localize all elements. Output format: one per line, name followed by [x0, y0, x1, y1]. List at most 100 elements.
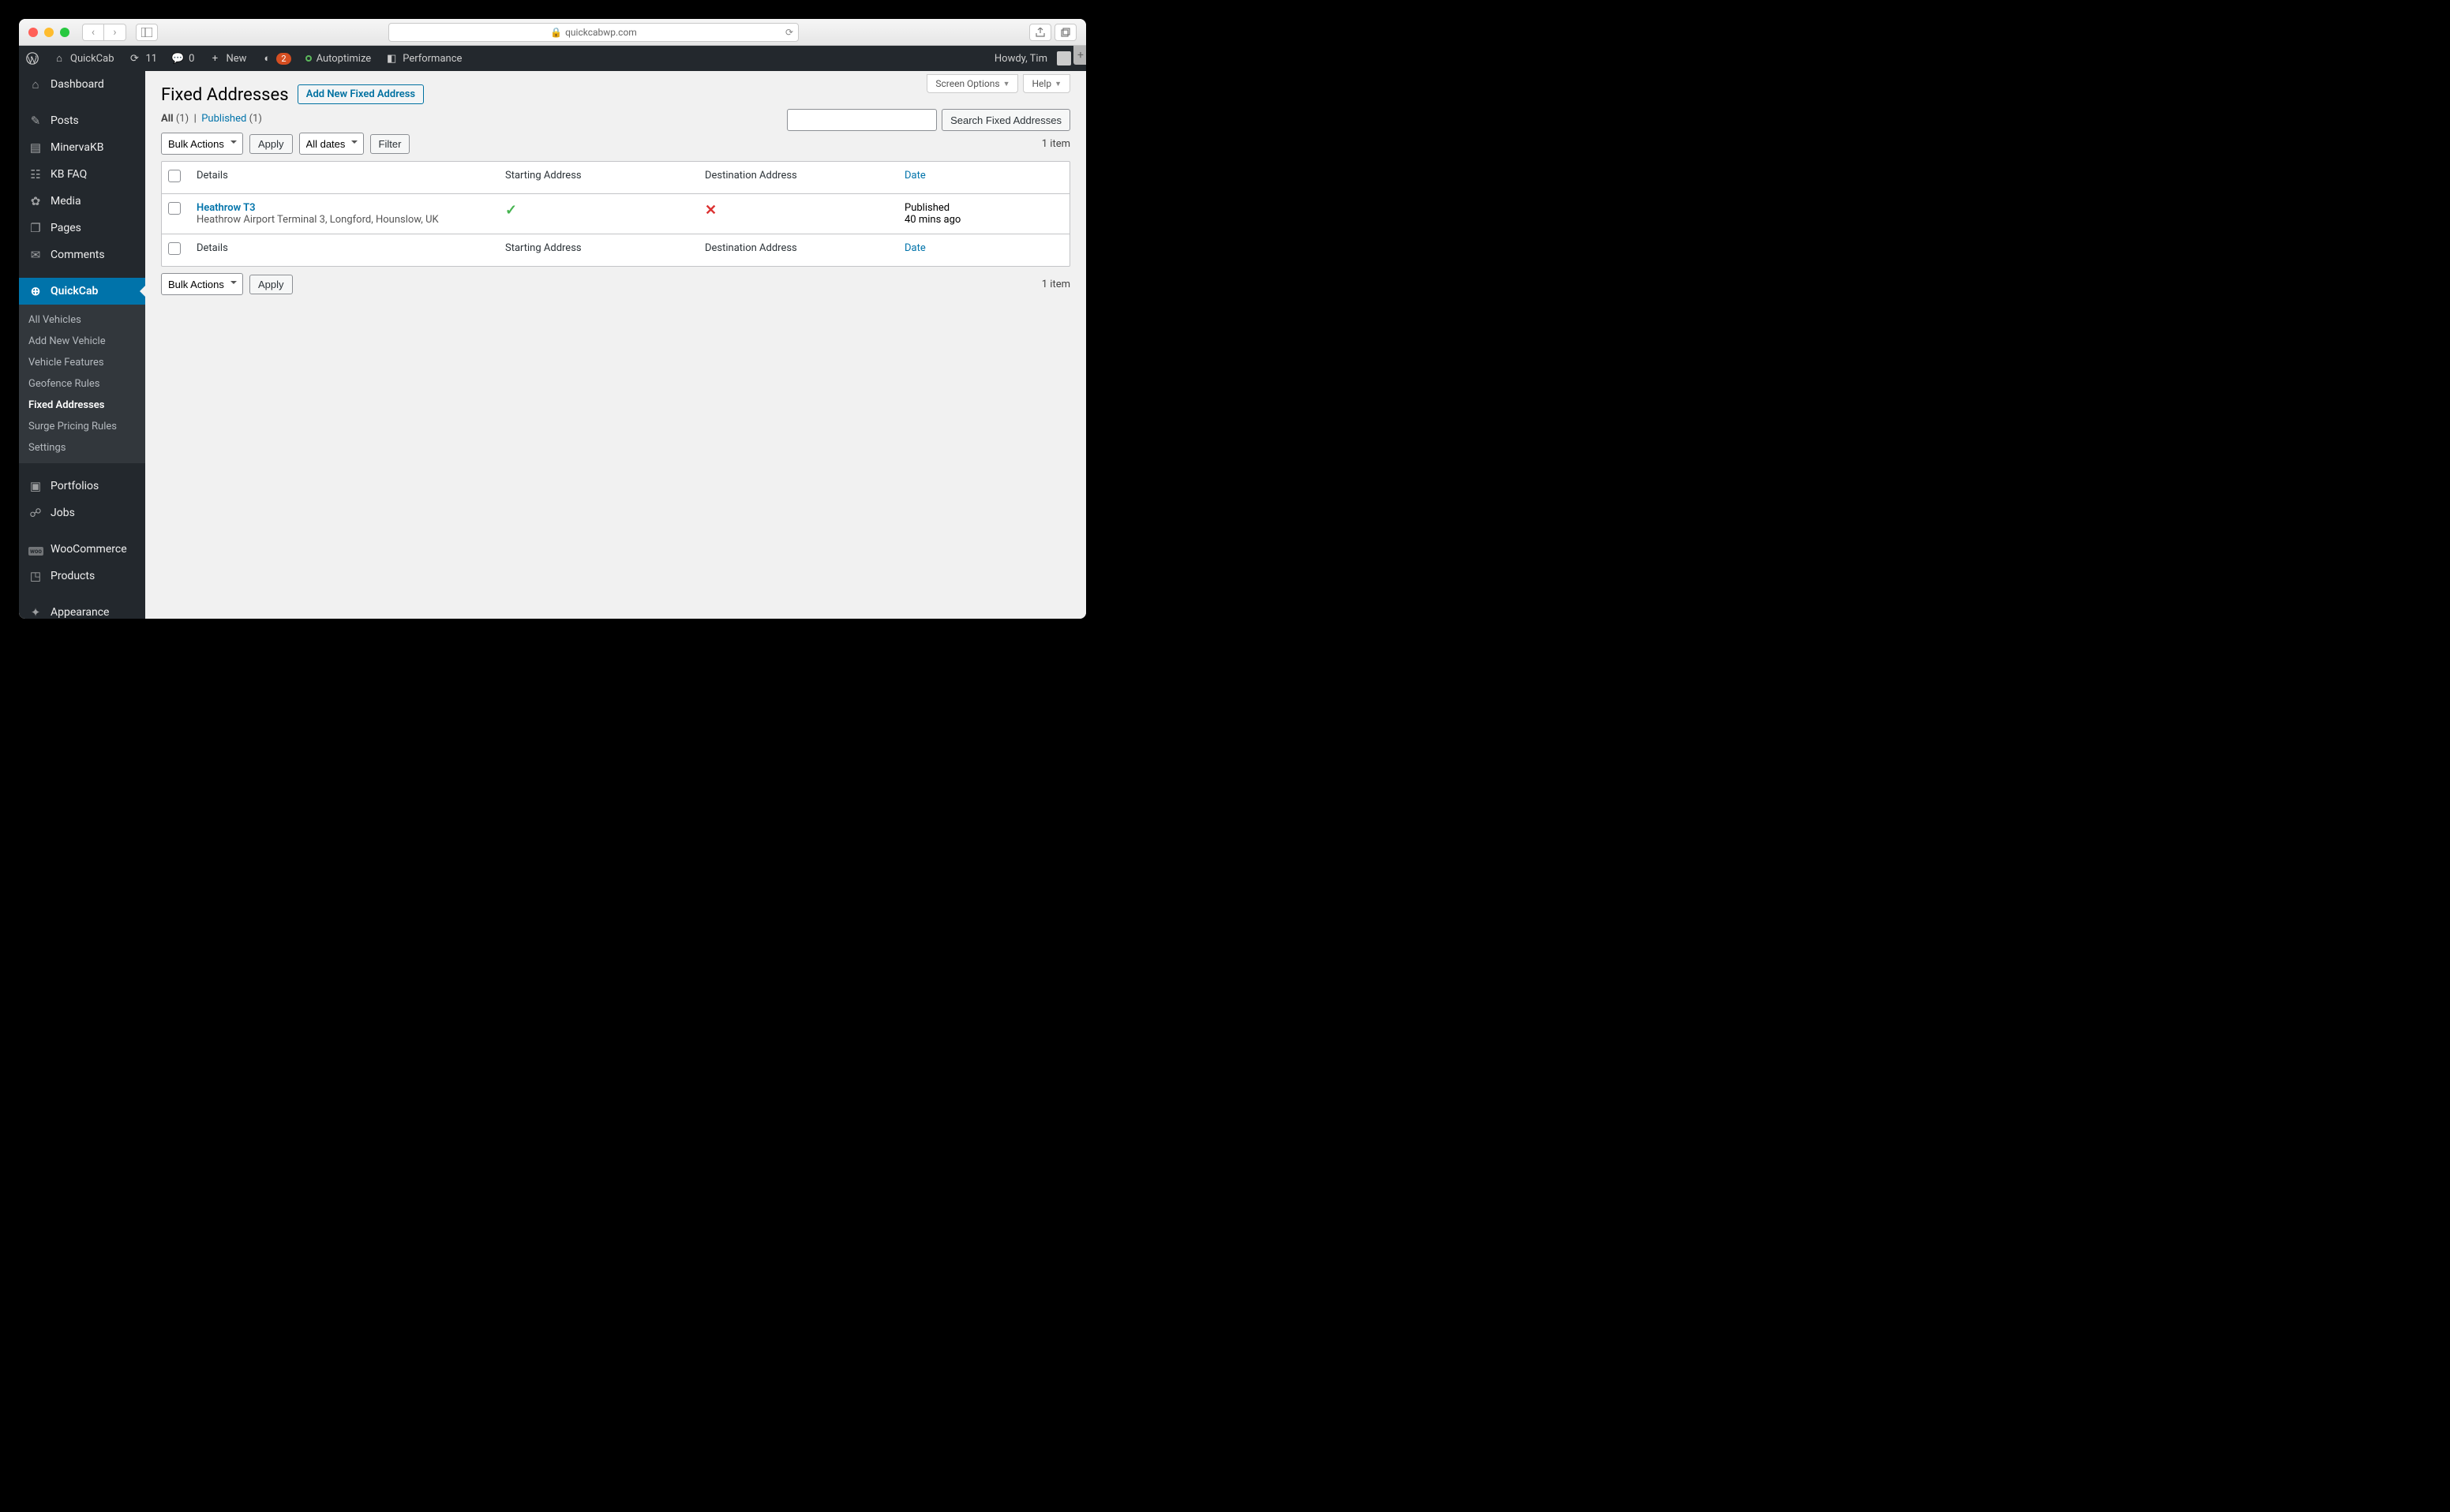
site-name-label: QuickCab [70, 53, 114, 65]
col-destination[interactable]: Destination Address [697, 162, 897, 194]
home-icon: ⌂ [53, 52, 66, 65]
add-new-button[interactable]: Add New Fixed Address [298, 84, 424, 104]
menu-label: Pages [51, 222, 81, 234]
submenu-vehicle-features[interactable]: Vehicle Features [19, 352, 145, 373]
content-area: Screen Options▼ Help▼ Fixed Addresses Ad… [145, 71, 1086, 619]
search-input[interactable] [787, 109, 937, 131]
url-domain: quickcabwp.com [565, 27, 637, 38]
menu-kb-faq[interactable]: ☷KB FAQ [19, 161, 145, 188]
notice-badge: 2 [276, 53, 290, 65]
titlebar-right [1029, 24, 1077, 41]
admin-bar: ⌂QuickCab ⟳11 💬0 +New ◐2 Autoptimize ◧Pe… [19, 46, 1086, 71]
select-all-checkbox[interactable] [168, 170, 181, 182]
my-account[interactable]: Howdy, Tim [987, 46, 1078, 71]
submenu-geofence-rules[interactable]: Geofence Rules [19, 373, 145, 395]
screen-options-tab[interactable]: Screen Options▼ [927, 74, 1018, 93]
submenu-surge-pricing-rules[interactable]: Surge Pricing Rules [19, 416, 145, 437]
comments[interactable]: 💬0 [164, 46, 201, 71]
menu-posts[interactable]: ✎Posts [19, 107, 145, 134]
select-all-checkbox-foot[interactable] [168, 242, 181, 255]
vc-notice[interactable]: ◐2 [253, 46, 298, 71]
minimize-window[interactable] [44, 28, 54, 37]
filter-all-count: (1) [176, 113, 189, 125]
col-date-foot[interactable]: Date [897, 234, 1070, 266]
col-date[interactable]: Date [897, 162, 1070, 194]
col-date-link[interactable]: Date [905, 170, 926, 182]
menu-comments[interactable]: ✉Comments [19, 241, 145, 268]
autoptimize[interactable]: Autoptimize [298, 46, 379, 71]
url-bar[interactable]: 🔒 quickcabwp.com ⟳ [388, 23, 799, 42]
updates[interactable]: ⟳11 [122, 46, 165, 71]
submenu-add-new-vehicle[interactable]: Add New Vehicle [19, 331, 145, 352]
new-label: New [226, 53, 246, 65]
menu-label: Posts [51, 114, 79, 127]
wp-logo[interactable] [19, 46, 46, 71]
filter-button[interactable]: Filter [370, 134, 410, 154]
menu-jobs[interactable]: ☍Jobs [19, 500, 145, 526]
titlebar: ‹ › 🔒 quickcabwp.com ⟳ [19, 19, 1086, 46]
col-details[interactable]: Details [189, 162, 497, 194]
close-window[interactable] [28, 28, 38, 37]
portfolios-icon: ▣ [28, 479, 43, 493]
menu-products[interactable]: ◳Products [19, 563, 145, 589]
menu-woocommerce[interactable]: wooWooCommerce [19, 536, 145, 563]
avatar [1057, 51, 1071, 65]
col-destination-foot[interactable]: Destination Address [697, 234, 897, 266]
col-date-link-foot[interactable]: Date [905, 242, 926, 254]
lock-icon: 🔒 [550, 27, 562, 38]
comment-icon: 💬 [171, 53, 184, 65]
forward-button[interactable]: › [104, 24, 126, 41]
filter-published-count: (1) [249, 113, 262, 125]
submenu-settings[interactable]: Settings [19, 437, 145, 458]
page-title: Fixed Addresses [161, 71, 289, 105]
item-count-bottom: 1 item [1042, 279, 1070, 290]
apply-button-bottom[interactable]: Apply [249, 275, 293, 294]
menu-portfolios[interactable]: ▣Portfolios [19, 473, 145, 500]
submenu-all-vehicles[interactable]: All Vehicles [19, 309, 145, 331]
wordpress-icon [26, 51, 39, 65]
sidebar-toggle[interactable] [136, 24, 158, 41]
apply-button[interactable]: Apply [249, 134, 293, 154]
menu-label: Appearance [51, 606, 109, 619]
menu-quickcab[interactable]: ⊕QuickCab [19, 278, 145, 305]
filter-all[interactable]: All [161, 113, 174, 125]
caret-down-icon: ▼ [1003, 80, 1010, 88]
comments-count: 0 [189, 53, 194, 65]
submenu: All VehiclesAdd New VehicleVehicle Featu… [19, 305, 145, 463]
vc-icon: ◐ [260, 52, 273, 65]
menu-pages[interactable]: ❐Pages [19, 215, 145, 241]
row-checkbox[interactable] [168, 202, 181, 215]
back-button[interactable]: ‹ [82, 24, 104, 41]
date-filter-select[interactable]: All dates [299, 133, 364, 155]
filter-published[interactable]: Published [201, 113, 246, 125]
col-starting[interactable]: Starting Address [497, 162, 697, 194]
new-content[interactable]: + New [201, 46, 253, 71]
bulk-actions-select[interactable]: Bulk Actions [161, 133, 243, 155]
site-name[interactable]: ⌂ QuickCab [46, 46, 122, 71]
menu-label: KB FAQ [51, 168, 87, 181]
menu-label: Comments [51, 249, 105, 261]
performance[interactable]: ◧Performance [378, 46, 469, 71]
tabs-button[interactable] [1055, 24, 1077, 41]
new-tab-button[interactable]: + [1073, 46, 1086, 65]
media-icon: ✿ [28, 194, 43, 208]
row-title[interactable]: Heathrow T3 [197, 202, 256, 214]
bulk-actions-select-bottom[interactable]: Bulk Actions [161, 273, 243, 295]
search-button[interactable]: Search Fixed Addresses [942, 109, 1070, 131]
col-details-foot[interactable]: Details [189, 234, 497, 266]
zoom-window[interactable] [60, 28, 69, 37]
menu-minervakb[interactable]: ▤MinervaKB [19, 134, 145, 161]
plus-icon: + [208, 53, 221, 65]
check-icon: ✓ [505, 202, 517, 219]
menu-label: Products [51, 570, 95, 582]
menu-media[interactable]: ✿Media [19, 188, 145, 215]
col-starting-foot[interactable]: Starting Address [497, 234, 697, 266]
help-tab[interactable]: Help▼ [1023, 74, 1070, 93]
share-button[interactable] [1029, 24, 1051, 41]
menu-dashboard[interactable]: ⌂Dashboard [19, 71, 145, 98]
reload-icon[interactable]: ⟳ [785, 27, 793, 38]
menu-appearance[interactable]: ✦Appearance [19, 599, 145, 619]
row-ago: 40 mins ago [905, 214, 961, 226]
submenu-fixed-addresses[interactable]: Fixed Addresses [19, 395, 145, 416]
woocommerce-icon: woo [28, 542, 43, 556]
